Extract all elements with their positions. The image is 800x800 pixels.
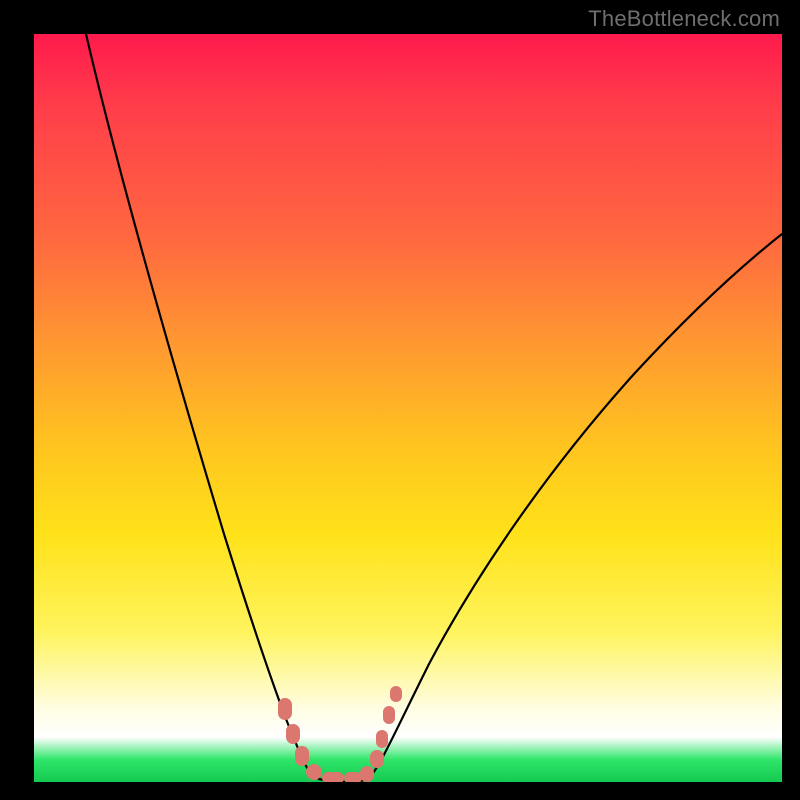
sample-dot — [286, 724, 300, 744]
sample-dot — [344, 772, 362, 782]
sample-dot — [278, 698, 292, 720]
watermark-text: TheBottleneck.com — [588, 6, 780, 32]
sample-dot — [306, 764, 322, 780]
sample-dot — [360, 766, 374, 782]
plot-area — [34, 34, 782, 782]
sample-dot — [383, 706, 395, 724]
sample-dot — [376, 730, 388, 748]
sample-dot — [295, 746, 309, 766]
sample-dot — [322, 772, 344, 782]
sample-dot — [390, 686, 402, 702]
chart-frame: TheBottleneck.com — [0, 0, 800, 800]
sample-dot — [370, 750, 384, 768]
left-curve — [86, 34, 319, 779]
sample-markers — [278, 686, 402, 782]
right-curve — [368, 234, 782, 779]
curve-layer — [34, 34, 782, 782]
